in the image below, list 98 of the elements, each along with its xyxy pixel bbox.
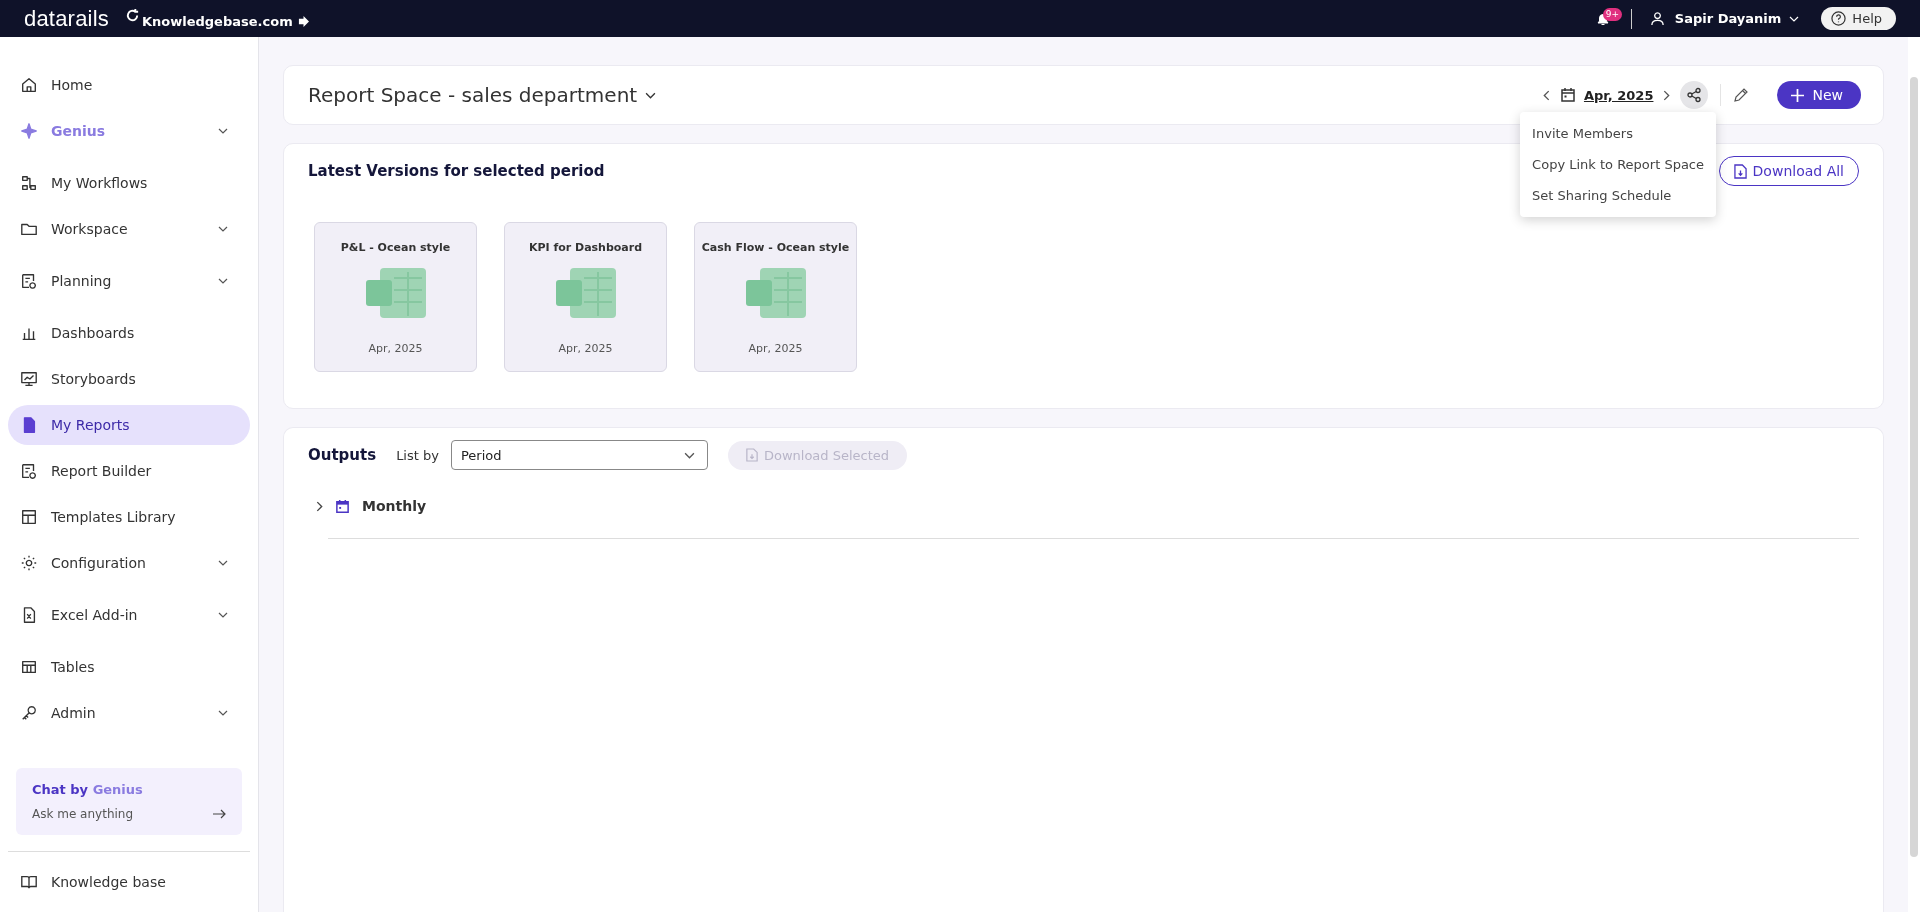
- chevron-down-icon[interactable]: [218, 710, 228, 716]
- user-icon: [1649, 11, 1665, 26]
- menu-item[interactable]: Invite Members: [1520, 118, 1716, 149]
- sidebar-item[interactable]: Planning: [8, 261, 250, 301]
- refresh-icon[interactable]: [124, 8, 140, 23]
- share-button[interactable]: [1680, 81, 1709, 109]
- spreadsheet-icon: [553, 268, 618, 320]
- calendar-icon: [1559, 87, 1576, 103]
- download-file-icon: [745, 448, 758, 462]
- calendar-clock-icon: [20, 272, 38, 290]
- exit-icon[interactable]: [297, 16, 309, 27]
- sidebar-label: Excel Add-in: [51, 607, 139, 623]
- sidebar-label: Planning: [51, 273, 113, 289]
- site-link[interactable]: Knowledgebase.com: [141, 14, 293, 29]
- sidebar-item[interactable]: Knowledge base: [8, 862, 250, 902]
- report-period: Apr, 2025: [748, 342, 803, 355]
- report-card[interactable]: P&L - Ocean style Apr, 2025: [314, 222, 477, 372]
- sidebar-label: Workspace: [51, 221, 129, 237]
- datarails-logo[interactable]: datarails: [24, 5, 109, 32]
- help-button[interactable]: Help: [1821, 7, 1896, 30]
- sidebar-item[interactable]: Excel Add-in: [8, 595, 250, 635]
- menu-item[interactable]: Set Sharing Schedule: [1520, 180, 1716, 211]
- table-icon: [20, 658, 38, 676]
- download-all-button[interactable]: Download All: [1718, 156, 1859, 186]
- chevron-left-icon[interactable]: [1542, 89, 1550, 101]
- chevron-down-icon[interactable]: [218, 226, 228, 232]
- spreadsheet-icon: [363, 268, 428, 320]
- sidebar-item[interactable]: Storyboards: [8, 359, 250, 399]
- sidebar-item[interactable]: Workspace: [8, 209, 250, 249]
- chevron-down-icon[interactable]: [218, 560, 228, 566]
- period-link[interactable]: Apr, 2025: [1583, 87, 1654, 103]
- sidebar-label: Templates Library: [51, 509, 177, 525]
- chevron-down-icon: [683, 451, 695, 459]
- chevron-down-icon[interactable]: [218, 128, 228, 134]
- sidebar-item[interactable]: My Workflows: [8, 163, 250, 203]
- sidebar-label: Tables: [51, 659, 96, 675]
- sidebar-item[interactable]: Templates Library: [8, 497, 250, 537]
- notification-count: 9+: [1602, 7, 1623, 21]
- help-icon: [1831, 11, 1847, 26]
- chevron-down-icon[interactable]: [218, 278, 228, 284]
- chevron-right-icon[interactable]: [1663, 89, 1671, 101]
- sidebar-label: My Reports: [51, 417, 131, 433]
- document-gear-icon: [20, 462, 38, 480]
- list-by-label: List by: [396, 447, 439, 463]
- plus-icon: [1791, 88, 1805, 102]
- report-period: Apr, 2025: [368, 342, 423, 355]
- report-card[interactable]: KPI for Dashboard Apr, 2025: [504, 222, 667, 372]
- sidebar-label: My Workflows: [51, 175, 149, 191]
- section-title: Outputs: [308, 446, 377, 464]
- workflow-icon: [20, 174, 38, 192]
- spreadsheet-icon: [743, 268, 808, 320]
- house-icon: [20, 76, 38, 94]
- monitor-chart-icon: [20, 370, 38, 388]
- download-file-icon: [1733, 163, 1747, 179]
- share-icon: [1686, 87, 1703, 103]
- book-icon: [20, 873, 38, 891]
- arrow-right-icon[interactable]: [212, 809, 226, 819]
- sparkle-icon: [20, 122, 38, 140]
- chat-prompt: Ask me anything: [32, 807, 135, 821]
- chat-card[interactable]: Chat by Genius Ask me anything: [16, 768, 242, 835]
- report-name: Cash Flow - Ocean style: [701, 241, 850, 254]
- sidebar-label: Genius: [51, 123, 107, 139]
- report-name: P&L - Ocean style: [340, 241, 451, 254]
- report-period: Apr, 2025: [558, 342, 613, 355]
- sidebar-label: Storyboards: [51, 371, 137, 387]
- chevron-down-icon[interactable]: [218, 612, 228, 618]
- sidebar-label: Report Builder: [51, 463, 153, 479]
- sidebar-label: Knowledge base: [51, 874, 167, 890]
- sidebar-item[interactable]: My Reports: [8, 405, 250, 445]
- sidebar-item[interactable]: Tables: [8, 647, 250, 687]
- layout-icon: [20, 508, 38, 526]
- sidebar-label: Admin: [51, 705, 97, 721]
- sidebar-label: Configuration: [51, 555, 147, 571]
- sidebar-item[interactable]: Home: [8, 65, 250, 105]
- pencil-icon[interactable]: [1733, 87, 1750, 103]
- report-card[interactable]: Cash Flow - Ocean style Apr, 2025: [694, 222, 857, 372]
- report-space-title[interactable]: Report Space - sales department: [308, 83, 638, 107]
- report-name: KPI for Dashboard: [528, 241, 643, 254]
- calendar-icon: [335, 498, 350, 514]
- expand-chevron-icon[interactable]: [316, 500, 323, 512]
- sidebar-item[interactable]: Report Builder: [8, 451, 250, 491]
- section-title: Latest Versions for selected period: [308, 162, 605, 180]
- chevron-down-icon[interactable]: [645, 91, 657, 99]
- settings-icon: [20, 554, 38, 572]
- key-icon: [20, 704, 38, 722]
- chat-title: Chat by Genius: [32, 782, 144, 797]
- sidebar-label: Home: [51, 77, 94, 93]
- sidebar-item[interactable]: Configuration: [8, 543, 250, 583]
- sidebar-label: Dashboards: [51, 325, 136, 341]
- group-label[interactable]: Monthly: [362, 498, 427, 514]
- sidebar-item[interactable]: Genius: [8, 111, 250, 151]
- user-menu[interactable]: Sapir Dayanim: [1674, 11, 1782, 26]
- menu-item[interactable]: Copy Link to Report Space: [1520, 149, 1716, 180]
- sidebar-item[interactable]: Dashboards: [8, 313, 250, 353]
- sidebar-item[interactable]: Admin: [8, 693, 250, 733]
- list-by-select[interactable]: Period: [450, 440, 708, 470]
- new-button[interactable]: New: [1777, 81, 1861, 109]
- scrollbar[interactable]: [1910, 77, 1918, 857]
